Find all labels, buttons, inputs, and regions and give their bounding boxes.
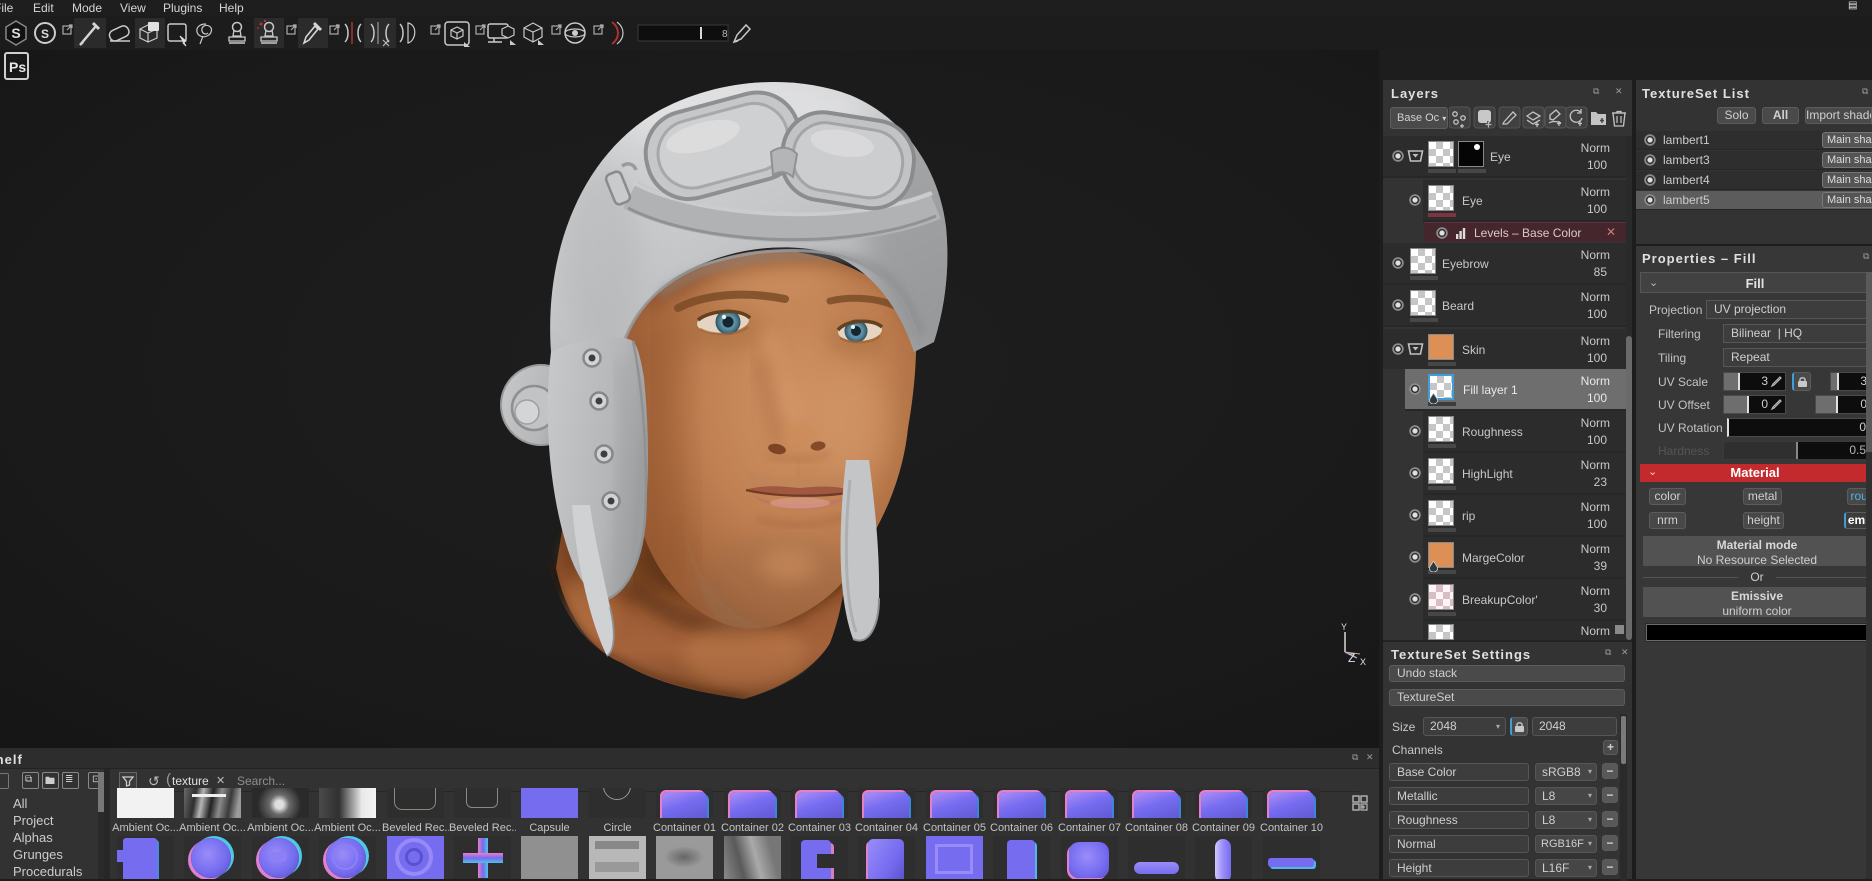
svg-text:S: S	[11, 25, 20, 41]
svg-text:Y: Y	[1341, 622, 1347, 632]
svg-text:X: X	[1360, 657, 1366, 667]
svg-text:8: 8	[722, 29, 728, 40]
svg-text:Z: Z	[1348, 651, 1355, 665]
svg-text:S: S	[41, 27, 49, 41]
